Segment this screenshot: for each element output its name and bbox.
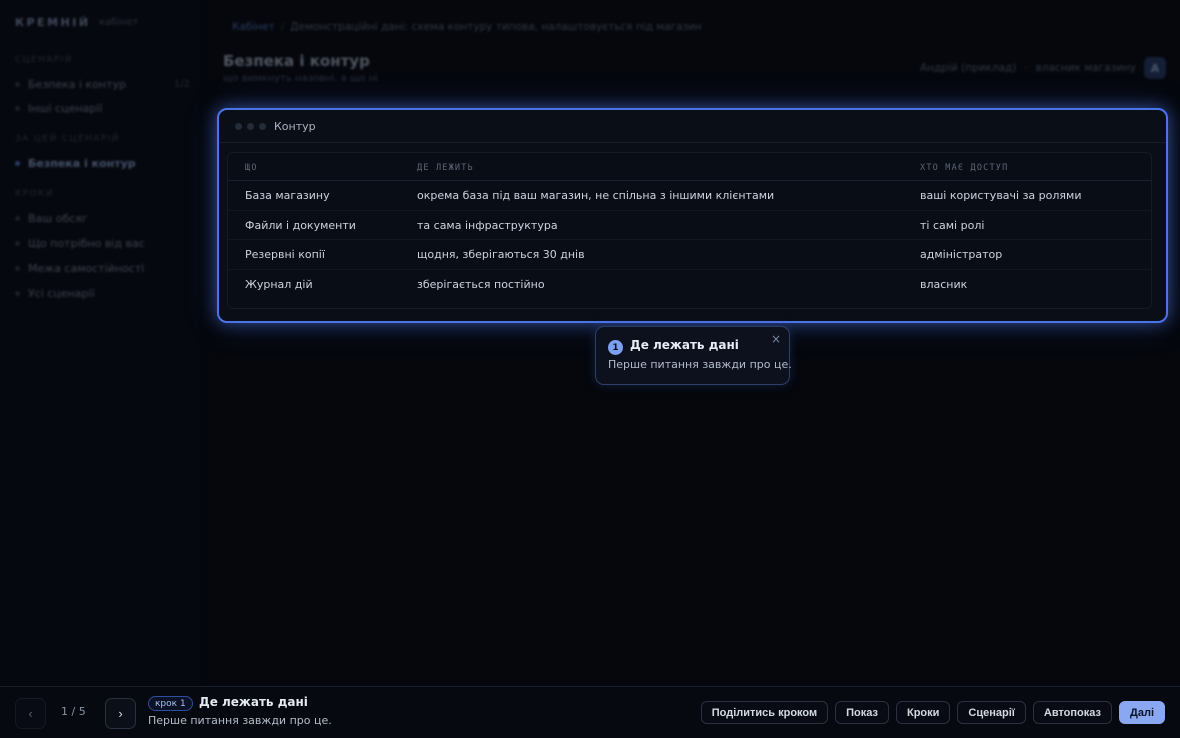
- sidebar-item-label: Безпека і контур: [28, 156, 136, 170]
- sidebar-item-volume[interactable]: Ваш обсяг: [15, 208, 190, 228]
- table-row: Файли і документи та сама інфраструктура…: [228, 211, 1151, 240]
- bullet-icon: [15, 105, 20, 111]
- user-name: Андрій (приклад): [920, 62, 1017, 74]
- show-button[interactable]: Показ: [835, 701, 889, 724]
- step-counter: 1 / 5: [61, 705, 86, 718]
- app-root: КРЕМНІЙ кабінет СЦЕНАРІЙ Безпека і конту…: [0, 0, 1180, 738]
- sidebar-item-label: Усі сценарії: [28, 286, 95, 300]
- sidebar-section-steps: КРОКИ: [15, 189, 55, 199]
- bullet-icon: [15, 265, 20, 271]
- tooltip-body: Перше питання завжди про це.: [608, 358, 792, 371]
- page-header: Кабінет / Демонстраційні дані: схема конту…: [200, 0, 1180, 100]
- page-subtitle: що вимкнуть назовні, а що ні: [223, 73, 379, 84]
- window-dot-icon: [259, 122, 266, 130]
- sidebar-item-autonomy[interactable]: Межа самостійності: [15, 258, 190, 278]
- column-header-where: Де лежить: [417, 163, 474, 173]
- prev-step-button[interactable]: ‹: [15, 698, 46, 729]
- contour-table: Що Де лежить Хто має доступ База магазин…: [227, 152, 1152, 309]
- window-dot-icon: [235, 122, 242, 130]
- step-description: Перше питання завжди про це.: [148, 714, 332, 727]
- table-cell: адміністратор: [920, 248, 1003, 261]
- column-header-what: Що: [245, 163, 258, 173]
- breadcrumb-separator: /: [280, 21, 285, 33]
- sidebar-item-label: Безпека і контур: [28, 77, 127, 91]
- user-separator: ·: [1024, 62, 1028, 74]
- card-header: Контур: [219, 110, 1166, 143]
- autoplay-button[interactable]: Автопоказ: [1032, 701, 1112, 724]
- table-row: Резервні копії щодня, зберігаються 30 дн…: [228, 240, 1151, 270]
- table-cell: Файли і документи: [245, 218, 356, 232]
- table-cell: щодня, зберігаються 30 днів: [417, 248, 585, 261]
- step-title: Де лежать дані: [199, 695, 308, 709]
- card-title: Контур: [274, 119, 316, 133]
- sidebar-item-security-active[interactable]: Безпека і контур: [15, 153, 190, 173]
- window-dot-icon: [247, 122, 254, 130]
- table-row: Журнал дій зберігається постійно власник: [228, 270, 1151, 300]
- share-step-button[interactable]: Поділитись кроком: [700, 701, 829, 724]
- table-cell: Резервні копії: [245, 248, 325, 261]
- bullet-icon: [15, 160, 20, 166]
- sidebar-item-requirements[interactable]: Що потрібно від вас: [15, 233, 190, 253]
- user-role: власник магазину: [1035, 62, 1136, 74]
- table-row: База магазину окрема база під ваш магази…: [228, 181, 1151, 211]
- bullet-icon: [15, 215, 20, 221]
- table-cell: Журнал дій: [245, 277, 313, 291]
- sidebar-item-label: Що потрібно від вас: [28, 236, 145, 250]
- table-cell: База магазину: [245, 189, 330, 202]
- tour-actions: Поділитись кроком Показ Кроки Сценарії А…: [700, 701, 1165, 724]
- close-icon[interactable]: ×: [771, 332, 781, 346]
- table-cell: окрема база під ваш магазин, не спільна …: [417, 189, 775, 202]
- bullet-icon: [15, 290, 20, 296]
- avatar[interactable]: А: [1144, 57, 1166, 79]
- step-badge: крок 1: [148, 696, 193, 711]
- sidebar: КРЕМНІЙ кабінет СЦЕНАРІЙ Безпека і конту…: [0, 0, 200, 686]
- user-info[interactable]: Андрій (приклад) · власник магазину А: [920, 57, 1166, 79]
- sidebar-item-count: 1/2: [173, 78, 190, 90]
- brand-logo[interactable]: КРЕМНІЙ: [15, 16, 91, 29]
- sidebar-item-label: Ваш обсяг: [28, 211, 88, 225]
- sidebar-item-security[interactable]: Безпека і контур 1/2: [15, 74, 190, 94]
- next-button[interactable]: Далі: [1119, 701, 1165, 724]
- page-title: Безпека і контур: [223, 52, 370, 70]
- sidebar-section-current: ЗА ЦЕЙ СЦЕНАРІЙ: [15, 134, 120, 144]
- steps-button[interactable]: Кроки: [895, 701, 951, 724]
- sidebar-section-scenario: СЦЕНАРІЙ: [15, 55, 73, 65]
- table-cell: та сама інфраструктура: [417, 218, 558, 232]
- brand-subtitle: кабінет: [99, 17, 139, 28]
- bullet-icon: [15, 81, 20, 87]
- breadcrumb: Кабінет / Демонстраційні дані: схема конту…: [232, 21, 702, 33]
- table-cell: власник: [920, 277, 968, 291]
- scenarios-button[interactable]: Сценарії: [957, 701, 1026, 724]
- breadcrumb-text: Демонстраційні дані: схема контуру типов…: [290, 21, 702, 33]
- sidebar-item-label: Інші сценарії: [28, 101, 103, 115]
- table-cell: ті самі ролі: [920, 218, 985, 232]
- tour-tooltip: 1 Де лежать дані × Перше питання завжди …: [595, 326, 792, 385]
- step-number-badge: 1: [608, 340, 623, 355]
- tooltip-title: Де лежать дані: [630, 338, 739, 352]
- breadcrumb-link[interactable]: Кабінет: [232, 21, 275, 33]
- contour-card: Контур Що Де лежить Хто має доступ База …: [217, 108, 1168, 323]
- table-header-row: Що Де лежить Хто має доступ: [228, 153, 1151, 181]
- sidebar-item-all-scenarios[interactable]: Усі сценарії: [15, 283, 190, 303]
- column-header-access: Хто має доступ: [920, 163, 1009, 173]
- table-cell: ваші користувачі за ролями: [920, 189, 1082, 202]
- bullet-icon: [15, 240, 20, 246]
- sidebar-item-other-scenarios[interactable]: Інші сценарії: [15, 98, 190, 118]
- table-cell: зберігається постійно: [417, 277, 545, 291]
- sidebar-item-label: Межа самостійності: [28, 261, 145, 275]
- next-step-arrow-button[interactable]: ›: [105, 698, 136, 729]
